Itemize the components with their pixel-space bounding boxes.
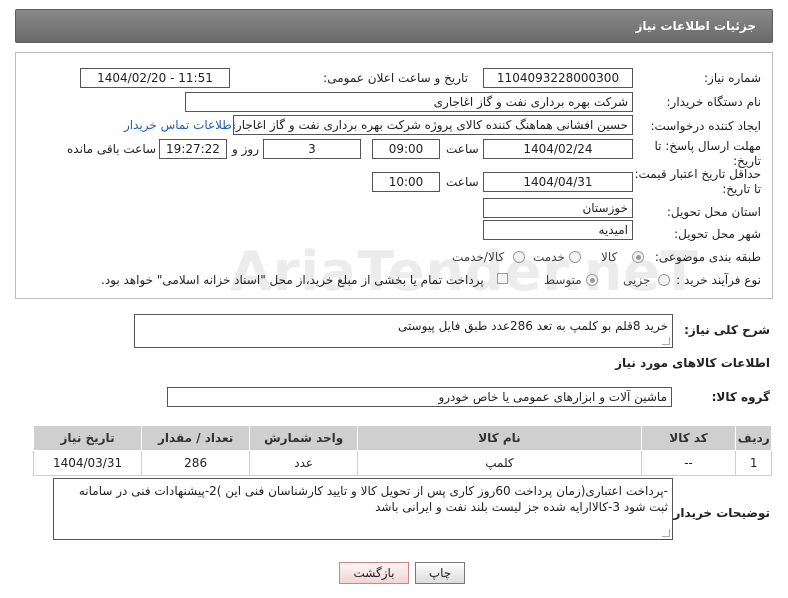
goods-table-header: ردیف کد کالا نام کالا واحد شمارش تعداد /… bbox=[32, 425, 772, 451]
process-minor-radio[interactable] bbox=[658, 274, 670, 286]
city-field[interactable]: امیدیه bbox=[483, 220, 633, 240]
treasury-payment-checkbox[interactable] bbox=[497, 273, 508, 284]
announce-datetime-field[interactable]: 1404/02/20 - 11:51 bbox=[80, 68, 230, 88]
cell-unit: عدد bbox=[249, 450, 359, 476]
category-label: طبقه بندی موضوعی: bbox=[654, 250, 761, 264]
goods-section-title: اطلاعات کالاهای مورد نیاز bbox=[615, 356, 770, 370]
resize-handle[interactable] bbox=[662, 337, 670, 345]
requester-field[interactable]: حسین افشانی هماهنگ کننده کالای پروژه شرک… bbox=[233, 115, 633, 135]
category-goods-service-radio[interactable] bbox=[513, 251, 525, 263]
cell-date: 1404/03/31 bbox=[32, 450, 143, 476]
buyer-notes-textarea[interactable]: -پرداخت اعتباری(زمان پرداخت 60روز کاری پ… bbox=[53, 478, 673, 540]
goods-group-label: گروه کالا: bbox=[711, 390, 770, 404]
goods-group-field[interactable]: ماشین آلات و ابزارهای عمومی یا خاص خودرو bbox=[167, 387, 672, 407]
process-minor-label: جزیی bbox=[623, 273, 651, 287]
print-button[interactable]: چاپ bbox=[415, 562, 465, 584]
buyer-org-label: نام دستگاه خریدار: bbox=[666, 95, 762, 109]
reply-deadline-label-date: تاریخ: bbox=[733, 154, 761, 168]
days-label: روز و bbox=[232, 142, 259, 156]
col-name: نام کالا bbox=[357, 425, 642, 451]
remaining-time-field[interactable]: 19:27:22 bbox=[159, 139, 227, 159]
col-row: ردیف bbox=[735, 425, 772, 451]
category-goods-label: کالا bbox=[601, 250, 618, 264]
buyer-notes-label: توضیحات خریدار: bbox=[668, 506, 770, 520]
province-label: استان محل تحویل: bbox=[666, 205, 761, 219]
summary-textarea[interactable]: خرید 8قلم بو کلمپ به تعد 286عدد طبق فایل… bbox=[134, 314, 673, 348]
price-validity-label: حداقل تاریخ اعتبار قیمت: bbox=[634, 167, 761, 181]
province-field[interactable]: خوزستان bbox=[483, 198, 633, 218]
process-type-label: نوع فرآیند خرید : bbox=[676, 273, 761, 287]
reply-date-field[interactable]: 1404/02/24 bbox=[483, 139, 633, 159]
col-date: تاریخ نیاز bbox=[32, 425, 143, 451]
price-validity-date-field[interactable]: 1404/04/31 bbox=[483, 172, 633, 192]
page-header: جزئیات اطلاعات نیاز bbox=[15, 9, 773, 43]
goods-table: ردیف کد کالا نام کالا واحد شمارش تعداد /… bbox=[32, 425, 772, 476]
buyer-notes-text: -پرداخت اعتباری(زمان پرداخت 60روز کاری پ… bbox=[78, 484, 668, 514]
category-goods-service-label: کالا/خدمت bbox=[452, 250, 505, 264]
requester-label: ایجاد کننده درخواست: bbox=[650, 119, 761, 133]
cell-name: کلمپ bbox=[357, 450, 642, 476]
city-label: شهر محل تحویل: bbox=[674, 227, 761, 241]
category-goods-radio[interactable] bbox=[632, 251, 644, 263]
col-qty: تعداد / مقدار bbox=[141, 425, 251, 451]
page-title: جزئیات اطلاعات نیاز bbox=[635, 19, 756, 33]
resize-handle[interactable] bbox=[662, 529, 670, 537]
category-service-radio[interactable] bbox=[569, 251, 581, 263]
remaining-time-label: ساعت باقی مانده bbox=[67, 142, 157, 156]
table-row[interactable]: 1 -- کلمپ عدد 286 1404/03/31 bbox=[32, 450, 772, 476]
cell-qty: 286 bbox=[141, 450, 251, 476]
announce-datetime-label: تاریخ و ساعت اعلان عمومی: bbox=[323, 71, 468, 85]
reply-time-label: ساعت bbox=[446, 142, 479, 156]
days-remaining-field[interactable]: 3 bbox=[263, 139, 361, 159]
buyer-contact-link[interactable]: اطلاعات تماس خریدار bbox=[124, 118, 235, 132]
summary-text: خرید 8قلم بو کلمپ به تعد 286عدد طبق فایل… bbox=[397, 319, 668, 333]
back-button[interactable]: بازگشت bbox=[339, 562, 409, 584]
process-medium-radio[interactable] bbox=[586, 274, 598, 286]
need-number-label: شماره نیاز: bbox=[704, 71, 761, 85]
treasury-payment-note: پرداخت تمام یا بخشی از مبلغ خرید،از محل … bbox=[101, 273, 484, 287]
col-unit: واحد شمارش bbox=[249, 425, 359, 451]
process-medium-label: متوسط bbox=[544, 273, 582, 287]
price-validity-time-field[interactable]: 10:00 bbox=[372, 172, 440, 192]
price-validity-label-date: تا تاریخ: bbox=[722, 182, 761, 196]
category-service-label: خدمت bbox=[533, 250, 565, 264]
summary-label: شرح کلی نیاز: bbox=[684, 323, 770, 337]
price-validity-time-label: ساعت bbox=[446, 175, 479, 189]
cell-code: -- bbox=[640, 450, 737, 476]
reply-deadline-label: مهلت ارسال پاسخ: تا bbox=[654, 139, 761, 153]
need-number-field[interactable]: 1104093228000300 bbox=[483, 68, 633, 88]
buyer-org-field[interactable]: شرکت بهره برداری نفت و گاز اغاجاری bbox=[185, 92, 633, 112]
cell-row: 1 bbox=[735, 450, 772, 476]
reply-time-field[interactable]: 09:00 bbox=[372, 139, 440, 159]
col-code: کد کالا bbox=[640, 425, 737, 451]
